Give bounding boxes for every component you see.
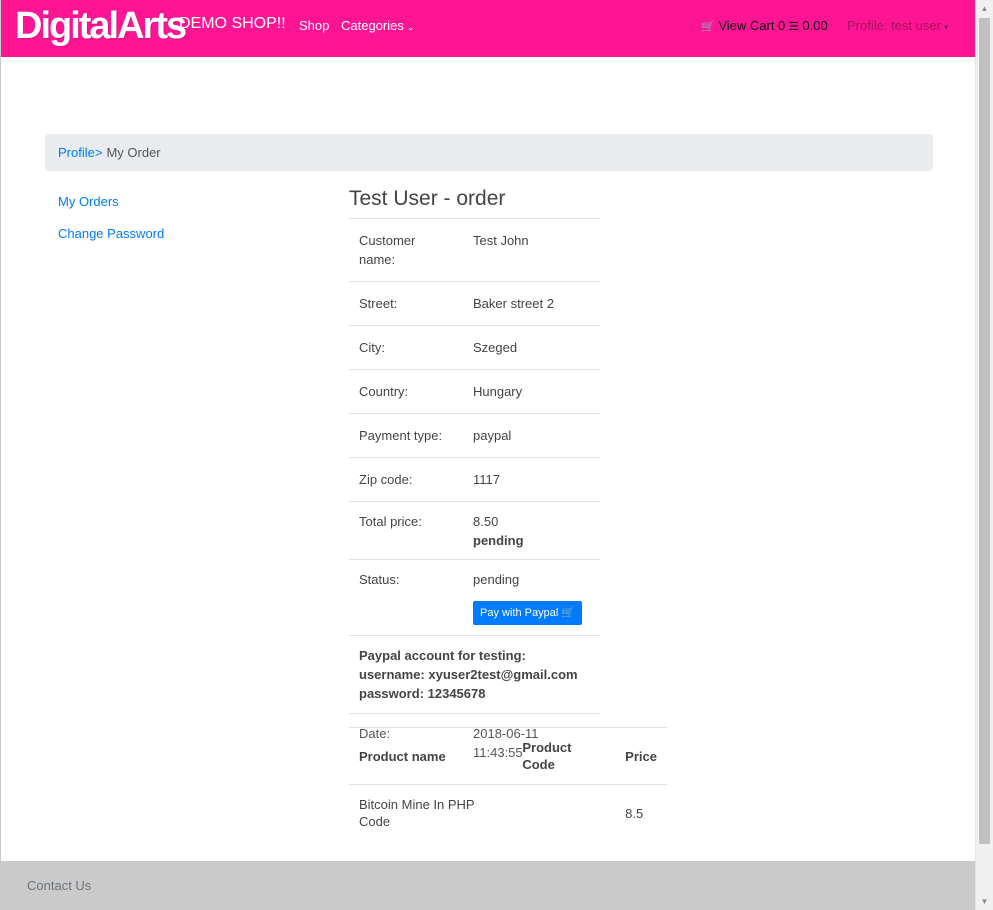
cart-icon: 🛒: [561, 607, 576, 619]
detail-row-customer: Customer name: Test John: [349, 218, 600, 282]
detail-value: Test John: [463, 218, 600, 282]
list-icon: ☰: [788, 21, 799, 33]
view-cart-link[interactable]: 🛒 View Cart 0 ☰ 0.00: [701, 18, 828, 33]
table-row: Bitcoin Mine In PHP Code 8.5: [349, 784, 667, 842]
pay-with-paypal-button[interactable]: Pay with Paypal 🛒: [473, 601, 583, 625]
detail-value: paypal: [463, 413, 600, 458]
products-table: Product name Product Code Price Bitcoin …: [349, 727, 667, 842]
detail-label: Zip code:: [349, 457, 463, 502]
product-code-cell: [512, 784, 616, 842]
scroll-down-arrow-icon[interactable]: ▼: [976, 893, 993, 910]
total-price-value: 8.50: [473, 514, 499, 529]
paypal-test-info: Paypal account for testing: username: xy…: [349, 635, 600, 714]
product-name-cell: Bitcoin Mine In PHP Code: [349, 784, 513, 842]
breadcrumb-profile-link[interactable]: Profile: [58, 145, 95, 160]
detail-row-country: Country: Hungary: [349, 369, 600, 414]
paypal-info-line: password: 12345678: [359, 686, 486, 701]
detail-row-status: Status: pending Pay with Paypal 🛒: [349, 559, 600, 636]
column-header: Product Code: [512, 727, 616, 785]
detail-value: Baker street 2: [463, 281, 600, 326]
detail-row-total: Total price: 8.50 pending: [349, 501, 600, 560]
detail-label: Street:: [349, 281, 463, 326]
total-status-text: pending: [473, 533, 524, 548]
detail-value: Szeged: [463, 325, 600, 370]
nav-categories-dropdown[interactable]: Categories ⌄: [341, 18, 414, 33]
cart-label: View Cart 0: [718, 18, 786, 33]
detail-value: pending Pay with Paypal 🛒: [463, 559, 600, 636]
detail-label: Payment type:: [349, 413, 463, 458]
status-value: pending: [473, 572, 520, 587]
pay-button-label: Pay with Paypal: [480, 607, 559, 619]
product-price-cell: 8.5: [615, 784, 667, 842]
detail-label: Country:: [349, 369, 463, 414]
paypal-info-line: Paypal account for testing:: [359, 648, 526, 663]
cart-total: 0.00: [802, 18, 828, 33]
detail-label: Total price:: [349, 501, 463, 560]
profile-dropdown[interactable]: Profile: test user ▾: [847, 18, 948, 33]
detail-row-zip: Zip code: 1117: [349, 457, 600, 502]
profile-label: Profile: test user: [847, 18, 941, 33]
page-frame: DigitalArts DEMO SHOP!! Shop Categories ⌄…: [0, 0, 976, 910]
detail-row-street: Street: Baker street 2: [349, 281, 600, 326]
nav-categories-label: Categories: [341, 18, 404, 33]
paypal-info-line: username: xyuser2test@gmail.com: [359, 667, 578, 682]
breadcrumb-current: My Order: [106, 145, 161, 160]
detail-row-city: City: Szeged: [349, 325, 600, 370]
contact-us-link[interactable]: Contact Us: [27, 878, 91, 893]
vertical-scrollbar[interactable]: ▲ ▼: [975, 0, 993, 910]
order-details-table: Customer name: Test John Street: Baker s…: [349, 218, 600, 774]
detail-value: 1117: [463, 457, 600, 502]
detail-label: Customer name:: [349, 218, 463, 282]
detail-value: Hungary: [463, 369, 600, 414]
scrollbar-thumb[interactable]: [979, 18, 990, 844]
detail-value: 8.50 pending: [463, 501, 600, 560]
sidebar-my-orders-link[interactable]: My Orders: [58, 194, 119, 209]
column-header: Price: [615, 727, 667, 785]
breadcrumb-separator: >: [94, 145, 103, 160]
top-navbar: DigitalArts DEMO SHOP!! Shop Categories ⌄…: [1, 0, 976, 57]
chevron-down-icon: ⌄: [406, 22, 415, 32]
site-logo[interactable]: DigitalArts: [15, 4, 187, 48]
nav-shop-link[interactable]: Shop: [299, 18, 329, 33]
brand-subtitle[interactable]: DEMO SHOP!!: [179, 15, 286, 33]
products-header-row: Product name Product Code Price: [349, 727, 667, 785]
breadcrumb: Profile> My Order: [45, 134, 933, 171]
sidebar-change-password-link[interactable]: Change Password: [58, 226, 164, 241]
scroll-up-arrow-icon[interactable]: ▲: [976, 0, 993, 17]
detail-row-paypal-info: Paypal account for testing: username: xy…: [349, 635, 600, 714]
cart-icon: 🛒: [701, 21, 715, 33]
detail-row-payment-type: Payment type: paypal: [349, 413, 600, 458]
detail-label: Status:: [349, 559, 463, 636]
footer: Contact Us: [1, 861, 976, 910]
detail-label: City:: [349, 325, 463, 370]
column-header: Product name: [349, 727, 513, 785]
chevron-down-icon: ▾: [943, 22, 949, 32]
order-title: Test User - order: [349, 187, 506, 210]
